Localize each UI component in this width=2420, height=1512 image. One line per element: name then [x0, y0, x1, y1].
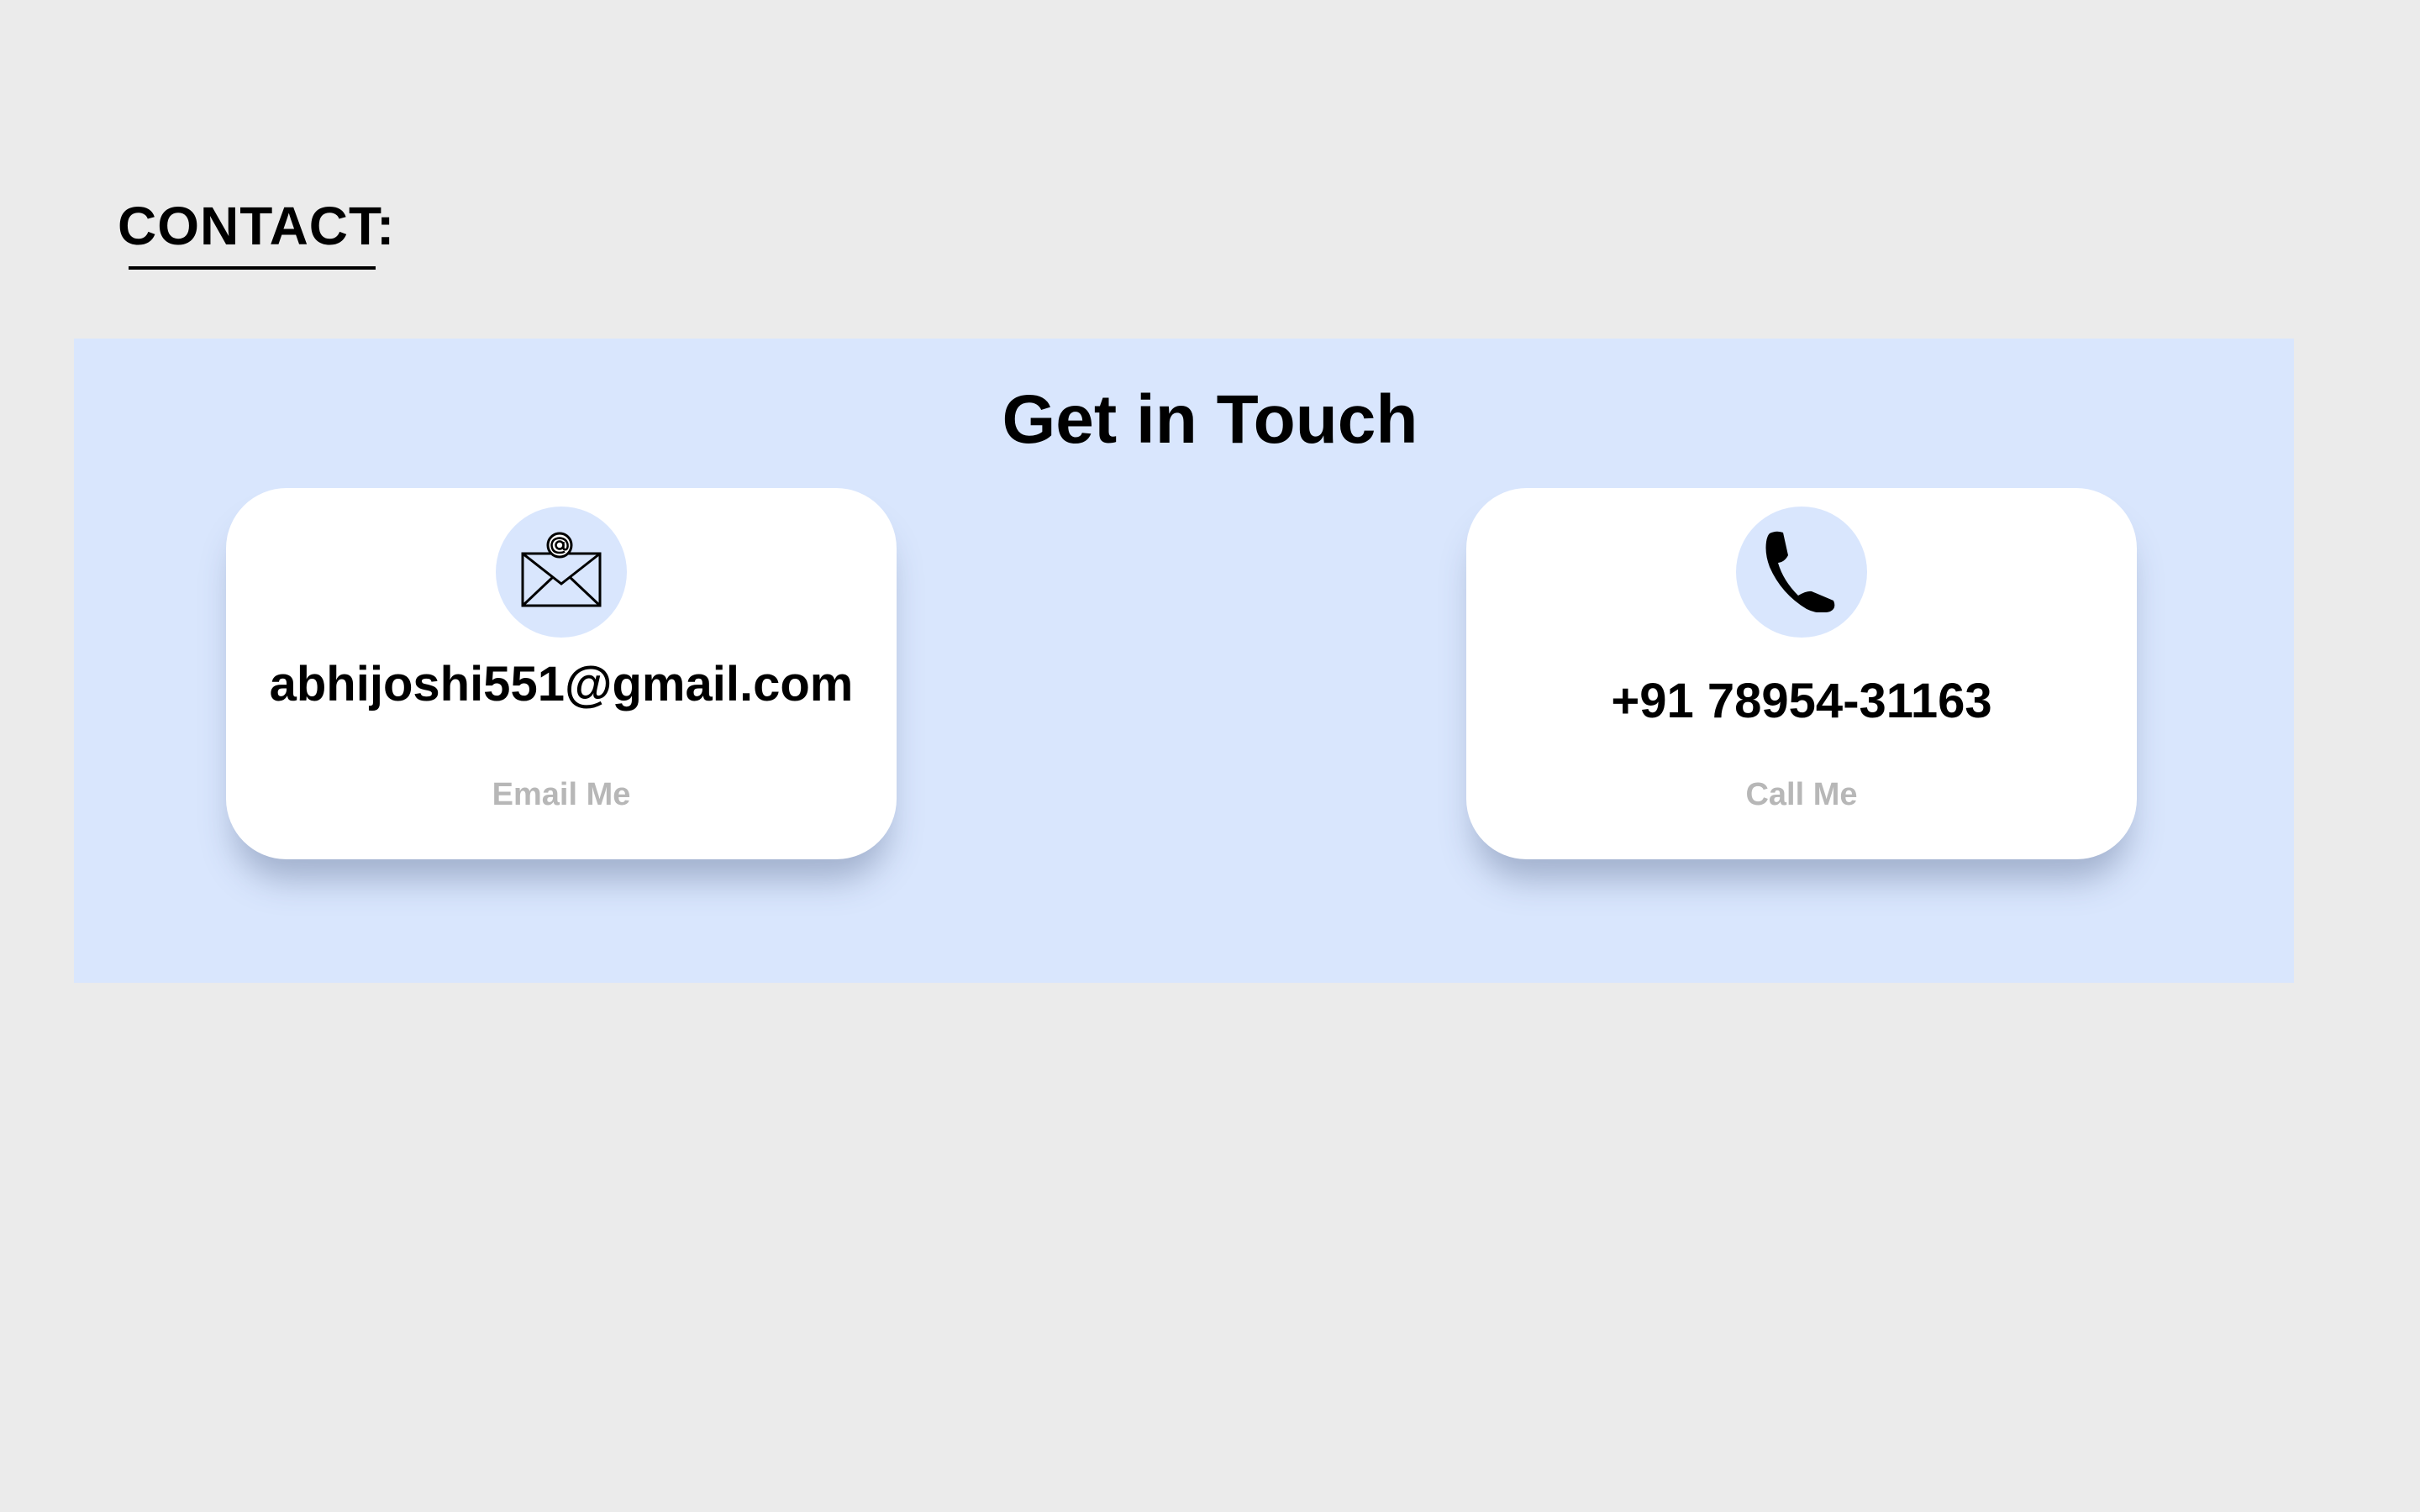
email-me-link[interactable]: Email Me: [226, 777, 897, 813]
heading-underline: [129, 266, 376, 270]
email-icon-circle: [496, 507, 627, 638]
phone-icon: [1761, 528, 1842, 617]
call-me-link[interactable]: Call Me: [1466, 777, 2137, 813]
email-card[interactable]: abhijoshi551@gmail.com Email Me: [226, 488, 897, 859]
phone-number[interactable]: +91 78954-31163: [1466, 673, 2137, 729]
envelope-at-icon: [519, 532, 603, 613]
email-address[interactable]: abhijoshi551@gmail.com: [226, 656, 897, 712]
phone-icon-circle: [1736, 507, 1867, 638]
page: CONTACT: Get in Touch abhijoshi551@gmail…: [0, 0, 2420, 1512]
section-heading: CONTACT:: [118, 196, 396, 256]
phone-card[interactable]: +91 78954-31163 Call Me: [1466, 488, 2137, 859]
contact-title: Get in Touch: [1002, 381, 1418, 458]
